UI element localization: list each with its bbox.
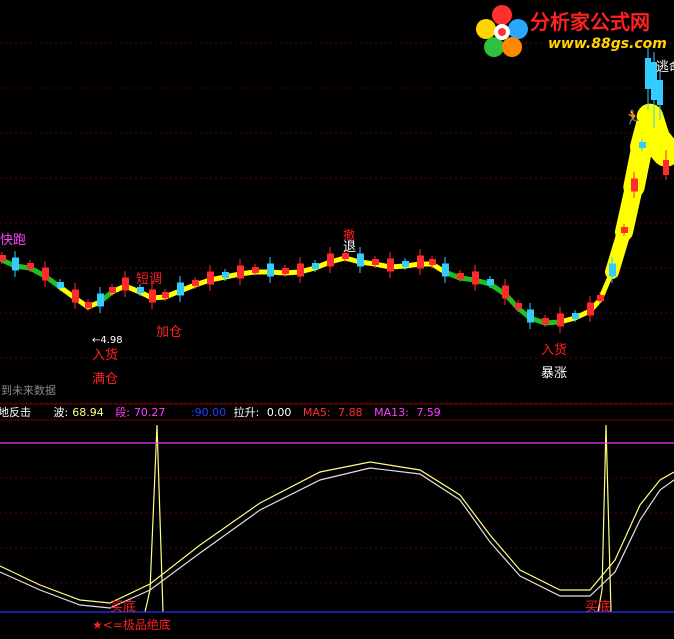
candle-body — [97, 293, 104, 307]
candle-body — [297, 263, 304, 277]
candle-body — [372, 259, 379, 265]
ma13-label: MA13: 7.59 — [374, 406, 441, 419]
logo-url: www.88gs.com — [548, 36, 667, 52]
indicator-name: 绝地反击 — [0, 406, 31, 419]
candle-body — [12, 257, 19, 271]
candle-body — [472, 271, 479, 285]
trend-segment — [643, 127, 674, 167]
candle-body — [417, 255, 424, 269]
blue-value: :90.00 — [190, 406, 227, 419]
candle-body — [527, 309, 534, 323]
flower-logo-icon — [476, 5, 528, 57]
maidi-right-label: 买底 — [585, 600, 612, 615]
candle-body — [402, 261, 409, 267]
candle-body — [282, 268, 289, 274]
logo-site-name: 分析家公式网 — [530, 10, 650, 34]
maidi-left-label: 买底 — [110, 600, 137, 615]
lasheng-value: 0.00 — [266, 406, 292, 419]
duan-value: 70.27 — [133, 406, 166, 419]
candle-body — [639, 142, 646, 148]
candle-body — [267, 263, 274, 277]
candle-body — [192, 280, 199, 286]
ma5-label: MA5: 7.88 — [302, 406, 363, 419]
jiacang-label: 加仓 — [156, 325, 183, 340]
candle-body — [557, 313, 564, 327]
candle-body — [252, 267, 259, 273]
taoming-label: 逃命 — [656, 60, 674, 75]
candle-body — [109, 287, 116, 293]
candle-body — [657, 80, 663, 105]
chart-canvas — [0, 0, 674, 639]
bo-label: 波: 68.94 — [53, 406, 104, 419]
future-data-label: 用到未来数据 — [0, 384, 56, 397]
candle-body — [457, 273, 464, 279]
candle-body — [542, 318, 549, 324]
duandiao-label: 短调 — [136, 272, 163, 287]
candle-body — [597, 295, 604, 301]
candle-body — [0, 255, 6, 261]
candle-body — [42, 267, 49, 281]
candle-body — [609, 263, 616, 277]
candle-body — [312, 263, 319, 269]
candle-body — [357, 253, 364, 267]
candle-body — [487, 279, 494, 285]
candle-body — [327, 253, 334, 267]
candle-body — [137, 287, 144, 293]
candle-body — [177, 282, 184, 296]
bo-value: 68.94 — [72, 406, 104, 419]
rukuo-left-label: 入货 — [92, 348, 119, 363]
candle-body — [631, 178, 638, 192]
candle-body — [587, 302, 594, 316]
ma13-value: 7.59 — [416, 406, 441, 419]
candle-body — [663, 160, 669, 175]
lasheng-label: 拉升: 0.00 — [233, 406, 292, 419]
candle-body — [222, 272, 229, 278]
kuaipao-label: 快跑 — [0, 233, 27, 248]
indicator-header: 绝地反击 波:68.94 段:70.27 :90.00 拉升: 0.00 MA5… — [0, 404, 449, 420]
baozhang-label: 暴涨 — [541, 366, 568, 381]
candle-body — [72, 289, 79, 303]
candle-body — [237, 265, 244, 279]
candle-body — [122, 277, 129, 291]
candle-body — [149, 289, 156, 303]
runner-icon: 🏃 — [624, 110, 642, 126]
star-label: ★<=极品绝底 — [92, 618, 171, 632]
mancang-label: 满仓 — [92, 372, 119, 387]
rukuo-right-label: 入货 — [541, 343, 568, 358]
candle-body — [85, 302, 92, 308]
candle-body — [387, 258, 394, 272]
candle-body — [207, 271, 214, 285]
site-logo[interactable]: 分析家公式网 www.88gs.com — [470, 0, 674, 62]
candle-body — [645, 58, 651, 89]
candle-body — [572, 313, 579, 319]
candle-body — [502, 285, 509, 299]
candle-body — [621, 227, 628, 233]
ma5-value: 7.88 — [338, 406, 363, 419]
tui-label: 退 — [343, 240, 357, 255]
duan-label: 段: 70.27 — [115, 406, 166, 419]
candle-body — [27, 263, 34, 269]
candle-body — [515, 303, 522, 309]
candle-body — [162, 292, 169, 298]
candle-body — [442, 263, 449, 277]
candle-body — [429, 259, 436, 265]
candle-body — [57, 282, 64, 288]
